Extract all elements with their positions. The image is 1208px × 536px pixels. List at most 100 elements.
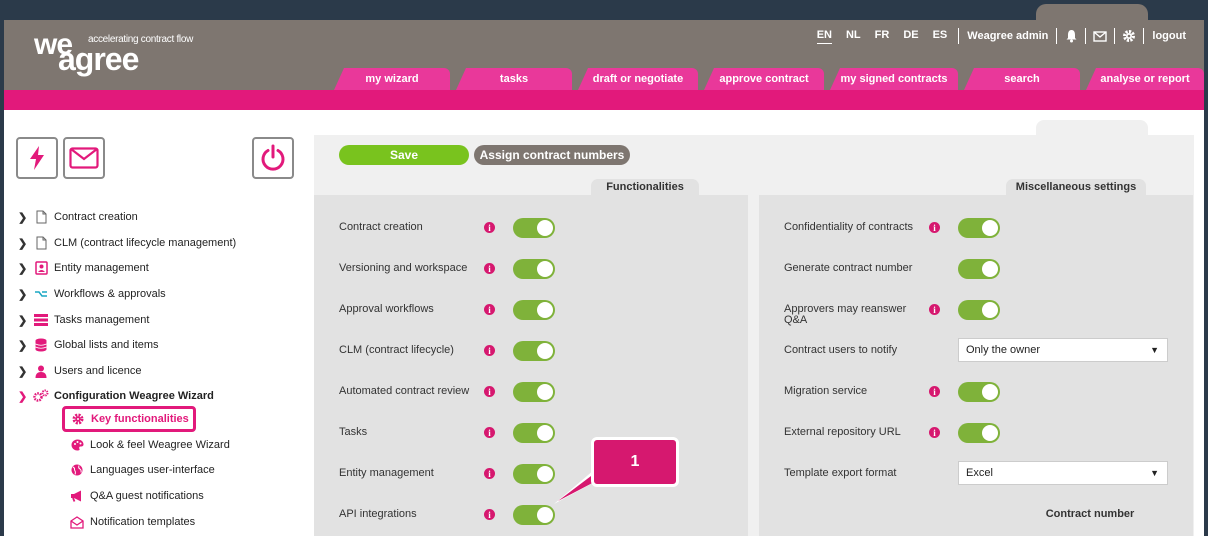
- contract-number-title: Contract number: [1036, 506, 1144, 522]
- toggle-clm[interactable]: [513, 341, 555, 361]
- func-label-approval-workflows: Approval workflows: [339, 303, 434, 315]
- func-label-clm: CLM (contract lifecycle): [339, 344, 454, 356]
- sidebar-item-label: Entity management: [54, 262, 149, 274]
- save-button[interactable]: Save: [339, 145, 469, 165]
- lightning-icon: [30, 146, 44, 170]
- lang-nl[interactable]: NL: [846, 29, 861, 43]
- sidebar-item-label: Configuration Weagree Wizard: [54, 390, 214, 402]
- sidebar-subitem-languages[interactable]: Languages user-interface: [68, 460, 215, 480]
- sidebar-subitem-key-functionalities[interactable]: Key functionalities: [62, 406, 196, 432]
- sidebar-subitem-label: Notification templates: [90, 516, 196, 528]
- info-icon[interactable]: i: [484, 468, 495, 479]
- toggle-contract-creation[interactable]: [513, 218, 555, 238]
- workflow-icon: [32, 287, 50, 301]
- sidebar-item-clm[interactable]: ❯ CLM (contract lifecycle management): [18, 233, 236, 253]
- toggle-versioning[interactable]: [513, 259, 555, 279]
- settings-content: Save Assign contract numbers Functionali…: [314, 135, 1194, 536]
- assign-contract-numbers-button[interactable]: Assign contract numbers: [474, 145, 630, 165]
- functionalities-panel: Contract creation i Versioning and works…: [314, 195, 748, 536]
- toggle-approvers-reanswer[interactable]: [958, 300, 1000, 320]
- sidebar-item-workflows[interactable]: ❯ Workflows & approvals: [18, 284, 166, 304]
- logout-link[interactable]: logout: [1152, 30, 1186, 42]
- toggle-generate-number[interactable]: [958, 259, 1000, 279]
- info-icon[interactable]: i: [484, 222, 495, 233]
- info-icon[interactable]: i: [929, 427, 940, 438]
- lang-de[interactable]: DE: [903, 29, 918, 43]
- toggle-confidentiality[interactable]: [958, 218, 1000, 238]
- sidebar-item-label: Global lists and items: [54, 339, 159, 351]
- header: we agree accelerating contract flow EN N…: [4, 20, 1204, 90]
- func-label-contract-creation: Contract creation: [339, 221, 423, 233]
- top-bar: EN NL FR DE ES Weagree admin logout: [810, 28, 1190, 44]
- user-name[interactable]: Weagree admin: [967, 30, 1048, 42]
- toggle-external-repo[interactable]: [958, 423, 1000, 443]
- document-icon: [32, 210, 50, 224]
- chevron-down-icon: ❯: [18, 390, 28, 403]
- info-icon[interactable]: i: [484, 427, 495, 438]
- tab-tasks[interactable]: tasks: [456, 68, 572, 90]
- callout-badge: 1: [591, 437, 679, 487]
- sidebar-subitem-qa-guest-notifications[interactable]: Q&A guest notifications: [68, 486, 204, 506]
- tab-my-signed-contracts[interactable]: my signed contracts: [830, 68, 958, 90]
- sidebar-item-configuration[interactable]: ❯ Configuration Weagree Wizard: [18, 386, 214, 406]
- sidebar-item-label: Tasks management: [54, 314, 150, 326]
- export-format-select[interactable]: Excel ▼: [958, 461, 1168, 485]
- info-icon[interactable]: i: [929, 222, 940, 233]
- mail-button[interactable]: [63, 137, 105, 179]
- users-to-notify-select[interactable]: Only the owner ▼: [958, 338, 1168, 362]
- lightning-button[interactable]: [16, 137, 58, 179]
- power-icon: [261, 144, 285, 171]
- func-label-automated-review: Automated contract review: [339, 385, 470, 397]
- document-icon: [32, 236, 50, 250]
- sidebar-item-contract-creation[interactable]: ❯ Contract creation: [18, 207, 138, 227]
- sidebar-subitem-label: Q&A guest notifications: [90, 490, 204, 502]
- sidebar-subitem-label: Key functionalities: [91, 413, 189, 425]
- lang-fr[interactable]: FR: [875, 29, 890, 43]
- divider: [1085, 28, 1087, 44]
- info-icon[interactable]: i: [484, 386, 495, 397]
- chevron-right-icon: ❯: [18, 211, 28, 224]
- functionalities-title: Functionalities: [591, 179, 699, 195]
- func-label-versioning: Versioning and workspace: [339, 262, 468, 274]
- gear-icon[interactable]: [1121, 28, 1137, 44]
- sidebar-item-label: Users and licence: [54, 365, 142, 377]
- sidebar-item-entity-management[interactable]: ❯ Entity management: [18, 258, 149, 278]
- power-button[interactable]: [252, 137, 294, 179]
- dropdown-arrow-icon: ▼: [1150, 468, 1159, 478]
- chevron-right-icon: ❯: [18, 262, 28, 275]
- mail-icon[interactable]: [1092, 28, 1108, 44]
- toggle-api-integrations[interactable]: [513, 505, 555, 525]
- lang-es[interactable]: ES: [933, 29, 948, 43]
- sidebar-subitem-look-and-feel[interactable]: Look & feel Weagree Wizard: [68, 435, 230, 455]
- sidebar-subitem-notification-templates[interactable]: Notification templates: [68, 512, 195, 532]
- megaphone-icon: [68, 489, 86, 503]
- toggle-entity-management[interactable]: [513, 464, 555, 484]
- lang-en[interactable]: EN: [816, 29, 832, 44]
- misc-label-approvers-reanswer: Approvers may reanswer Q&A: [784, 303, 907, 326]
- select-value: Excel: [966, 467, 993, 479]
- info-icon[interactable]: i: [929, 304, 940, 315]
- dropdown-arrow-icon: ▼: [1150, 345, 1159, 355]
- tab-approve-contract[interactable]: approve contract: [704, 68, 824, 90]
- info-icon[interactable]: i: [484, 304, 495, 315]
- toggle-automated-review[interactable]: [513, 382, 555, 402]
- sidebar-item-users[interactable]: ❯ Users and licence: [18, 361, 141, 381]
- tab-search[interactable]: search: [964, 68, 1080, 90]
- logo-agree: agree: [58, 41, 139, 77]
- tab-draft-or-negotiate[interactable]: draft or negotiate: [578, 68, 698, 90]
- tab-analyse-or-report[interactable]: analyse or report: [1086, 68, 1204, 90]
- tab-my-wizard[interactable]: my wizard: [334, 68, 450, 90]
- sidebar-item-tasks-management[interactable]: ❯ Tasks management: [18, 310, 149, 330]
- bell-icon[interactable]: [1063, 28, 1079, 44]
- info-icon[interactable]: i: [484, 509, 495, 520]
- info-icon[interactable]: i: [484, 263, 495, 274]
- info-icon[interactable]: i: [484, 345, 495, 356]
- sidebar-item-global-lists[interactable]: ❯ Global lists and items: [18, 335, 159, 355]
- misc-label-confidentiality: Confidentiality of contracts: [784, 221, 914, 233]
- func-label-api-integrations: API integrations: [339, 508, 417, 520]
- toggle-migration[interactable]: [958, 382, 1000, 402]
- misc-label-users-to-notify: Contract users to notify: [784, 344, 898, 356]
- toggle-approval-workflows[interactable]: [513, 300, 555, 320]
- toggle-tasks[interactable]: [513, 423, 555, 443]
- info-icon[interactable]: i: [929, 386, 940, 397]
